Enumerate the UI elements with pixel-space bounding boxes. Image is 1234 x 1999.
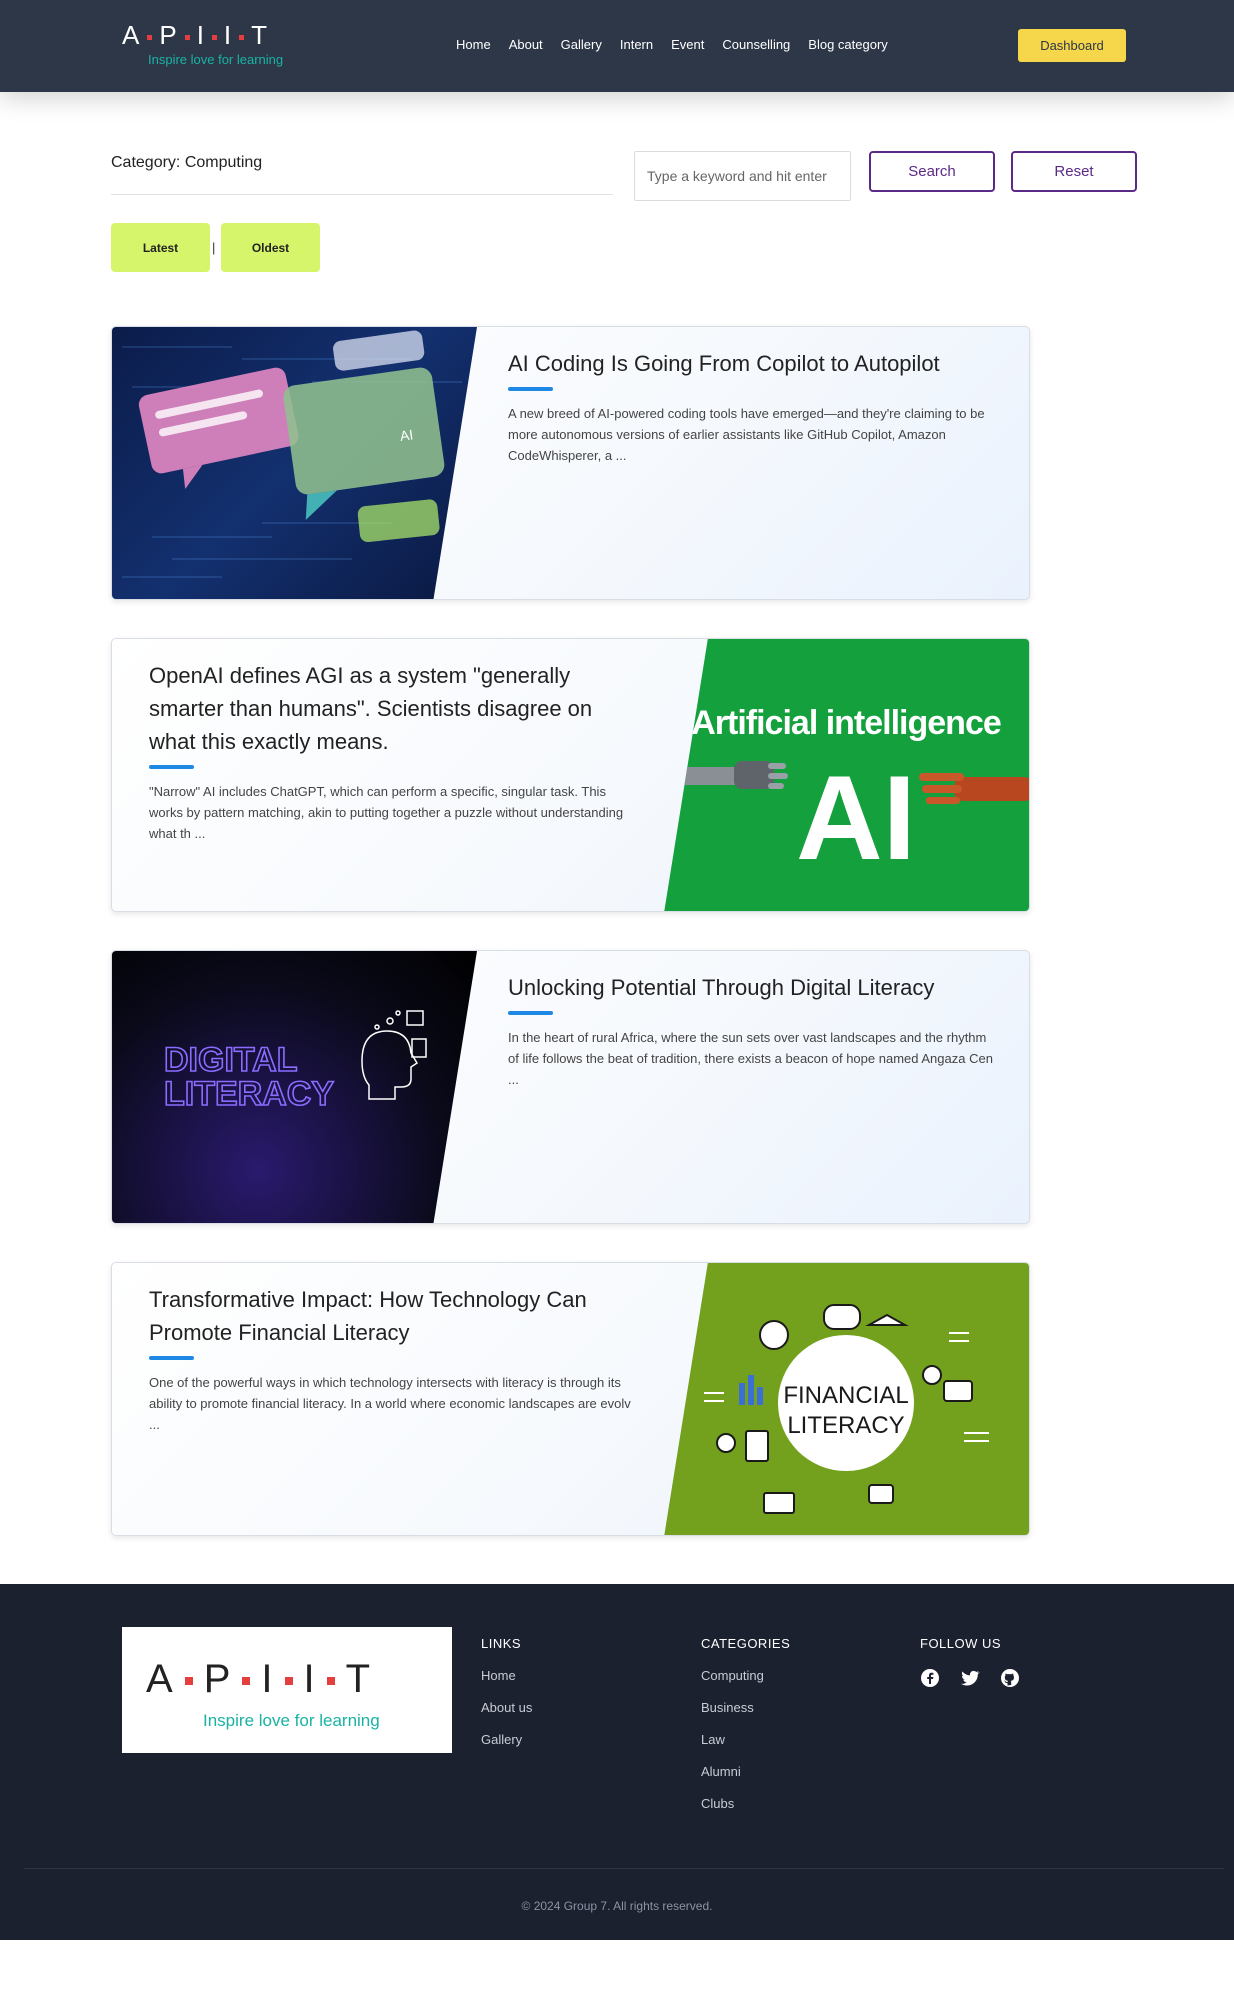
footer-category-business[interactable]: Business <box>701 1700 790 1715</box>
footer-categories-column: CATEGORIES Computing Business Law Alumni… <box>701 1636 790 1828</box>
footer-category-alumni[interactable]: Alumni <box>701 1764 790 1779</box>
literacy-caption: LITERACY <box>164 1075 334 1113</box>
footer-link-about[interactable]: About us <box>481 1700 532 1715</box>
footer-link-home[interactable]: Home <box>481 1668 532 1683</box>
sort-oldest-button[interactable]: Oldest <box>221 223 320 272</box>
digital-literacy-image: DIGITAL LITERACY <box>112 951 477 1223</box>
robot-hand-icon <box>674 761 788 789</box>
footer-category-law[interactable]: Law <box>701 1732 790 1747</box>
footer-link-gallery[interactable]: Gallery <box>481 1732 532 1747</box>
bar-icon <box>739 1375 763 1405</box>
search-input[interactable] <box>634 151 851 201</box>
nav-blog-category[interactable]: Blog category <box>808 37 888 52</box>
nav-event[interactable]: Event <box>671 37 704 52</box>
dashboard-button[interactable]: Dashboard <box>1018 29 1126 62</box>
footer-divider <box>24 1868 1224 1869</box>
footer-follow-heading: FOLLOW US <box>920 1636 1002 1651</box>
post-excerpt: One of the powerful ways in which techno… <box>149 1375 631 1432</box>
title-underline <box>149 1356 194 1360</box>
nav-about[interactable]: About <box>509 37 543 52</box>
title-underline <box>508 387 553 391</box>
sort-separator: | <box>212 240 216 255</box>
footer-categories-heading: CATEGORIES <box>701 1636 791 1651</box>
nav-links: Home About Gallery Intern Event Counsell… <box>456 37 906 52</box>
post-body: OpenAI defines AGI as a system "generall… <box>149 639 639 844</box>
post-excerpt: "Narrow" AI includes ChatGPT, which can … <box>149 784 624 841</box>
human-hand-icon <box>919 773 1029 804</box>
logo-wordmark: APIIT <box>122 20 269 50</box>
site-footer: APIIT Inspire love for learning LINKS Ho… <box>0 1584 1234 1940</box>
footer-logo-tagline: Inspire love for learning <box>203 1711 380 1730</box>
post-excerpt: In the heart of rural Africa, where the … <box>508 1030 993 1087</box>
post-body: Unlocking Potential Through Digital Lite… <box>508 951 998 1090</box>
post-title[interactable]: AI Coding Is Going From Copilot to Autop… <box>508 347 998 380</box>
social-links <box>920 1668 1020 1688</box>
search-button[interactable]: Search <box>869 151 995 192</box>
title-underline <box>149 765 194 769</box>
twitter-icon[interactable] <box>960 1668 980 1688</box>
post-card[interactable]: AI AI Coding Is Going From Copilot to Au… <box>111 326 1030 600</box>
footer-logo[interactable]: APIIT Inspire love for learning <box>122 1627 452 1753</box>
nav-home[interactable]: Home <box>456 37 491 52</box>
footer-category-clubs[interactable]: Clubs <box>701 1796 790 1811</box>
ai-image-caption-top: Artificial intelligence <box>691 704 1001 742</box>
ai-coding-image: AI <box>112 327 477 599</box>
post-body: AI Coding Is Going From Copilot to Autop… <box>508 327 998 466</box>
title-underline <box>508 1011 553 1015</box>
footer-links-heading: LINKS <box>481 1636 522 1651</box>
site-logo[interactable]: APIIT Inspire love for learning <box>122 22 283 67</box>
facebook-icon[interactable] <box>920 1668 940 1688</box>
nav-gallery[interactable]: Gallery <box>561 37 602 52</box>
artificial-intelligence-image: Artificial intelligence AI <box>664 639 1029 911</box>
github-icon[interactable] <box>1000 1668 1020 1688</box>
footer-logo-wordmark: APIIT <box>146 1657 372 1701</box>
top-navbar: APIIT Inspire love for learning Home Abo… <box>0 0 1234 92</box>
financial-caption: FINANCIAL <box>783 1382 908 1409</box>
footer-follow-column: FOLLOW US <box>920 1636 1020 1688</box>
copyright-text: © 2024 Group 7. All rights reserved. <box>521 1899 713 1913</box>
nav-intern[interactable]: Intern <box>620 37 653 52</box>
post-body: Transformative Impact: How Technology Ca… <box>149 1263 639 1435</box>
digital-caption: DIGITAL <box>164 1041 297 1079</box>
nav-counselling[interactable]: Counselling <box>722 37 790 52</box>
footer-links-column: LINKS Home About us Gallery <box>481 1636 532 1764</box>
footer-category-computing[interactable]: Computing <box>701 1668 790 1683</box>
post-excerpt: A new breed of AI-powered coding tools h… <box>508 406 985 463</box>
category-title: Category: Computing <box>111 154 263 171</box>
post-card[interactable]: Transformative Impact: How Technology Ca… <box>111 1262 1030 1536</box>
post-title[interactable]: OpenAI defines AGI as a system "generall… <box>149 659 639 758</box>
post-card[interactable]: OpenAI defines AGI as a system "generall… <box>111 638 1030 912</box>
literacy-caption: LITERACY <box>787 1412 904 1439</box>
logo-tagline: Inspire love for learning <box>148 52 284 67</box>
head-icon <box>361 1010 427 1100</box>
sort-latest-button[interactable]: Latest <box>111 223 210 272</box>
post-title[interactable]: Transformative Impact: How Technology Ca… <box>149 1283 639 1349</box>
reset-button[interactable]: Reset <box>1011 151 1137 192</box>
category-divider <box>111 194 613 195</box>
post-title[interactable]: Unlocking Potential Through Digital Lite… <box>508 971 998 1004</box>
financial-literacy-image: FINANCIAL LITERACY <box>664 1263 1029 1535</box>
post-card[interactable]: DIGITAL LITERACY Unlocking Potential Thr… <box>111 950 1030 1224</box>
ai-image-caption-big: AI <box>796 751 916 885</box>
svg-text:AI: AI <box>399 426 414 444</box>
